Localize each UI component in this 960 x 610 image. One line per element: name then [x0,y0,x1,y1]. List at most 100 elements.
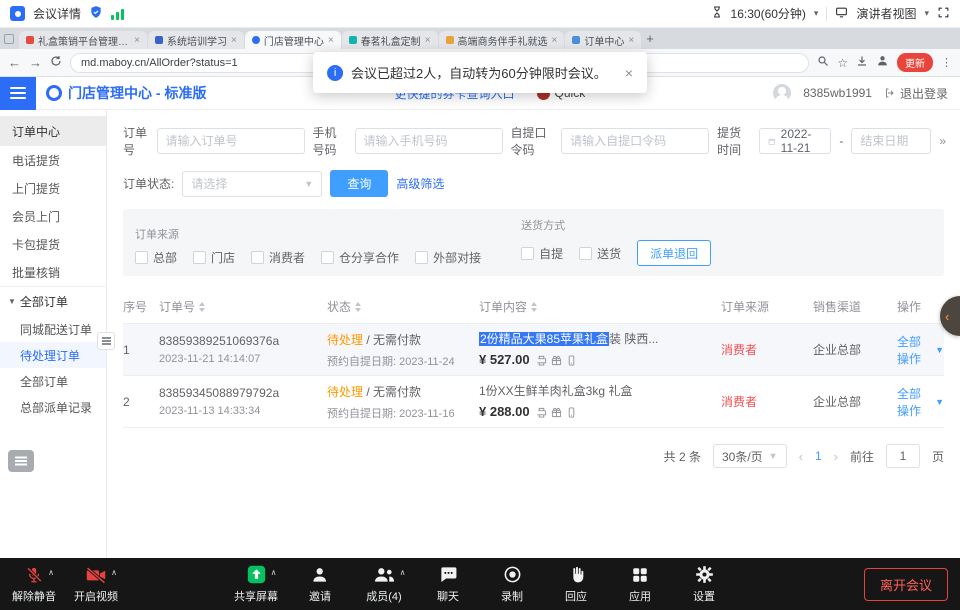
col-content[interactable]: 订单内容 [479,298,721,315]
checkbox-hq[interactable]: 总部 [135,249,177,266]
sidebar-item-batch-verify[interactable]: 批量核销 [0,258,106,286]
dispatch-return-button[interactable]: 派单退回 [637,240,711,266]
sidebar-item-city-delivery-orders[interactable]: 同城配送订单 [0,316,106,342]
phone-icon[interactable] [566,357,577,369]
user-avatar[interactable] [773,84,791,102]
sidebar-item-pending-orders[interactable]: 待处理订单 [0,342,106,368]
tab-close-icon[interactable]: × [425,35,431,46]
tab-close-icon[interactable]: × [552,35,558,46]
phone-input[interactable] [355,128,503,154]
sidebar-group-all-orders[interactable]: ▼ 全部订单 [0,286,106,316]
video-options-caret[interactable]: ∧ [111,568,117,577]
invite-button[interactable]: 邀请 [296,564,344,604]
fullscreen-icon[interactable] [937,6,950,22]
tab-close-icon[interactable]: × [134,35,140,46]
apps-button[interactable]: 应用 [616,564,664,604]
checkbox-store[interactable]: 门店 [193,249,235,266]
sidebar-item-hq-dispatch-records[interactable]: 总部派单记录 [0,394,106,420]
table-row[interactable]: 2 83859345088979792a 2023-11-13 14:33:34… [123,376,944,428]
forward-icon[interactable]: → [29,55,42,70]
order-status-select[interactable]: 请选择 ▼ [182,171,322,197]
order-time: 2023-11-13 14:33:34 [159,405,327,417]
sidebar-item-phone-pickup[interactable]: 电话提货 [0,146,106,174]
phone-icon[interactable] [566,409,577,421]
chat-button[interactable]: 聊天 [424,564,472,604]
browser-tab[interactable]: 礼盒策销平台管理中心 × [19,31,147,49]
prev-page-icon[interactable]: ‹ [799,449,803,464]
bookmark-star-icon[interactable]: ☆ [837,56,848,70]
search-button[interactable]: 查询 [330,170,388,197]
checkbox-self-pickup[interactable]: 自提 [521,245,563,262]
goto-page-input[interactable] [886,444,920,468]
back-icon[interactable]: ← [8,55,21,70]
share-options-caret[interactable]: ∧ [271,568,277,577]
current-page[interactable]: 1 [815,449,822,463]
checkbox-external[interactable]: 外部对接 [415,249,481,266]
new-tab-button[interactable]: + [646,31,654,46]
table-row[interactable]: 1 83859389251069376a 2023-11-21 14:14:07… [123,324,944,376]
row-actions-dropdown[interactable]: 全部操作▼ [897,333,944,367]
tab-close-icon[interactable]: × [328,35,334,46]
unmute-button[interactable]: ∧ 解除静音 [10,564,58,604]
print-icon[interactable] [536,409,547,421]
tab-label: 春茗礼盒定制 [361,33,421,48]
share-screen-button[interactable]: ∧ 共享屏幕 [232,564,280,604]
browser-tab[interactable]: 高端商务伴手礼就选 × [439,31,565,49]
sort-icon[interactable] [199,302,205,312]
search-icon[interactable] [817,54,829,72]
timer-dropdown-caret[interactable]: ▾ [814,8,819,19]
sort-icon[interactable] [531,302,537,312]
toast-close-icon[interactable]: × [625,65,633,81]
sidebar-item-card-pickup[interactable]: 卡包提货 [0,230,106,258]
record-button[interactable]: 录制 [488,564,536,604]
browser-menu-icon[interactable]: ⋮ [941,56,952,69]
sidebar-item-door-pickup[interactable]: 上门提货 [0,174,106,202]
browser-tab[interactable]: 系统培训学习 × [148,31,244,49]
pickup-code-input[interactable] [561,128,709,154]
sort-icon[interactable] [355,302,361,312]
refresh-icon[interactable] [50,55,62,70]
checkbox-warehouse-coop[interactable]: 仓分享合作 [321,249,399,266]
meeting-details-button[interactable]: 会议详情 [33,5,81,22]
view-dropdown-caret[interactable]: ▾ [924,8,929,19]
gift-icon[interactable] [551,357,562,369]
col-status[interactable]: 状态 [327,298,479,315]
next-page-icon[interactable]: › [834,449,838,464]
sidebar-item-all-orders[interactable]: 全部订单 [0,368,106,394]
members-button[interactable]: ∧ 成员(4) [360,564,408,604]
meeting-app-icon [10,6,25,21]
row-actions-dropdown[interactable]: 全部操作▼ [897,385,944,419]
advanced-filter-link[interactable]: 高级筛选 [396,175,444,192]
start-video-button[interactable]: ∧ 开启视频 [72,564,120,604]
download-icon[interactable] [856,54,868,72]
tab-close-icon[interactable]: × [628,35,634,46]
date-start-picker[interactable]: 2022-11-21 [759,128,831,154]
collapse-chevrons-icon[interactable]: » [939,134,944,148]
page-size-select[interactable]: 30条/页▼ [713,444,787,468]
view-mode-selector[interactable]: 演讲者视图 [856,5,916,22]
browser-tab[interactable]: 春茗礼盒定制 × [342,31,438,49]
mic-options-caret[interactable]: ∧ [48,568,54,577]
browser-update-button[interactable]: 更新 [897,53,933,72]
logout-button[interactable]: 退出登录 [884,85,948,102]
sidebar-toggle-button[interactable] [0,77,36,110]
sidebar-item-member-visit[interactable]: 会员上门 [0,202,106,230]
print-icon[interactable] [536,357,547,369]
leave-meeting-button[interactable]: 离开会议 [864,568,948,601]
tab-close-icon[interactable]: × [231,35,237,46]
reaction-button[interactable]: 回应 [552,564,600,604]
checkbox-consumer[interactable]: 消费者 [251,249,305,266]
gift-icon[interactable] [551,409,562,421]
checkbox-delivery[interactable]: 送货 [579,245,621,262]
browser-tab[interactable]: 订单中心 × [565,31,641,49]
members-options-caret[interactable]: ∧ [400,568,406,577]
browser-tab-active[interactable]: 门店管理中心 × [245,31,341,49]
order-no-input[interactable] [157,128,305,154]
date-end-input[interactable] [851,128,931,154]
panel-toggle-icon[interactable] [97,332,115,350]
list-menu-button[interactable] [8,450,34,472]
col-order-no[interactable]: 订单号 [159,298,327,315]
settings-button[interactable]: 设置 [680,564,728,604]
profile-icon[interactable] [876,54,889,72]
row-index: 1 [123,343,159,357]
